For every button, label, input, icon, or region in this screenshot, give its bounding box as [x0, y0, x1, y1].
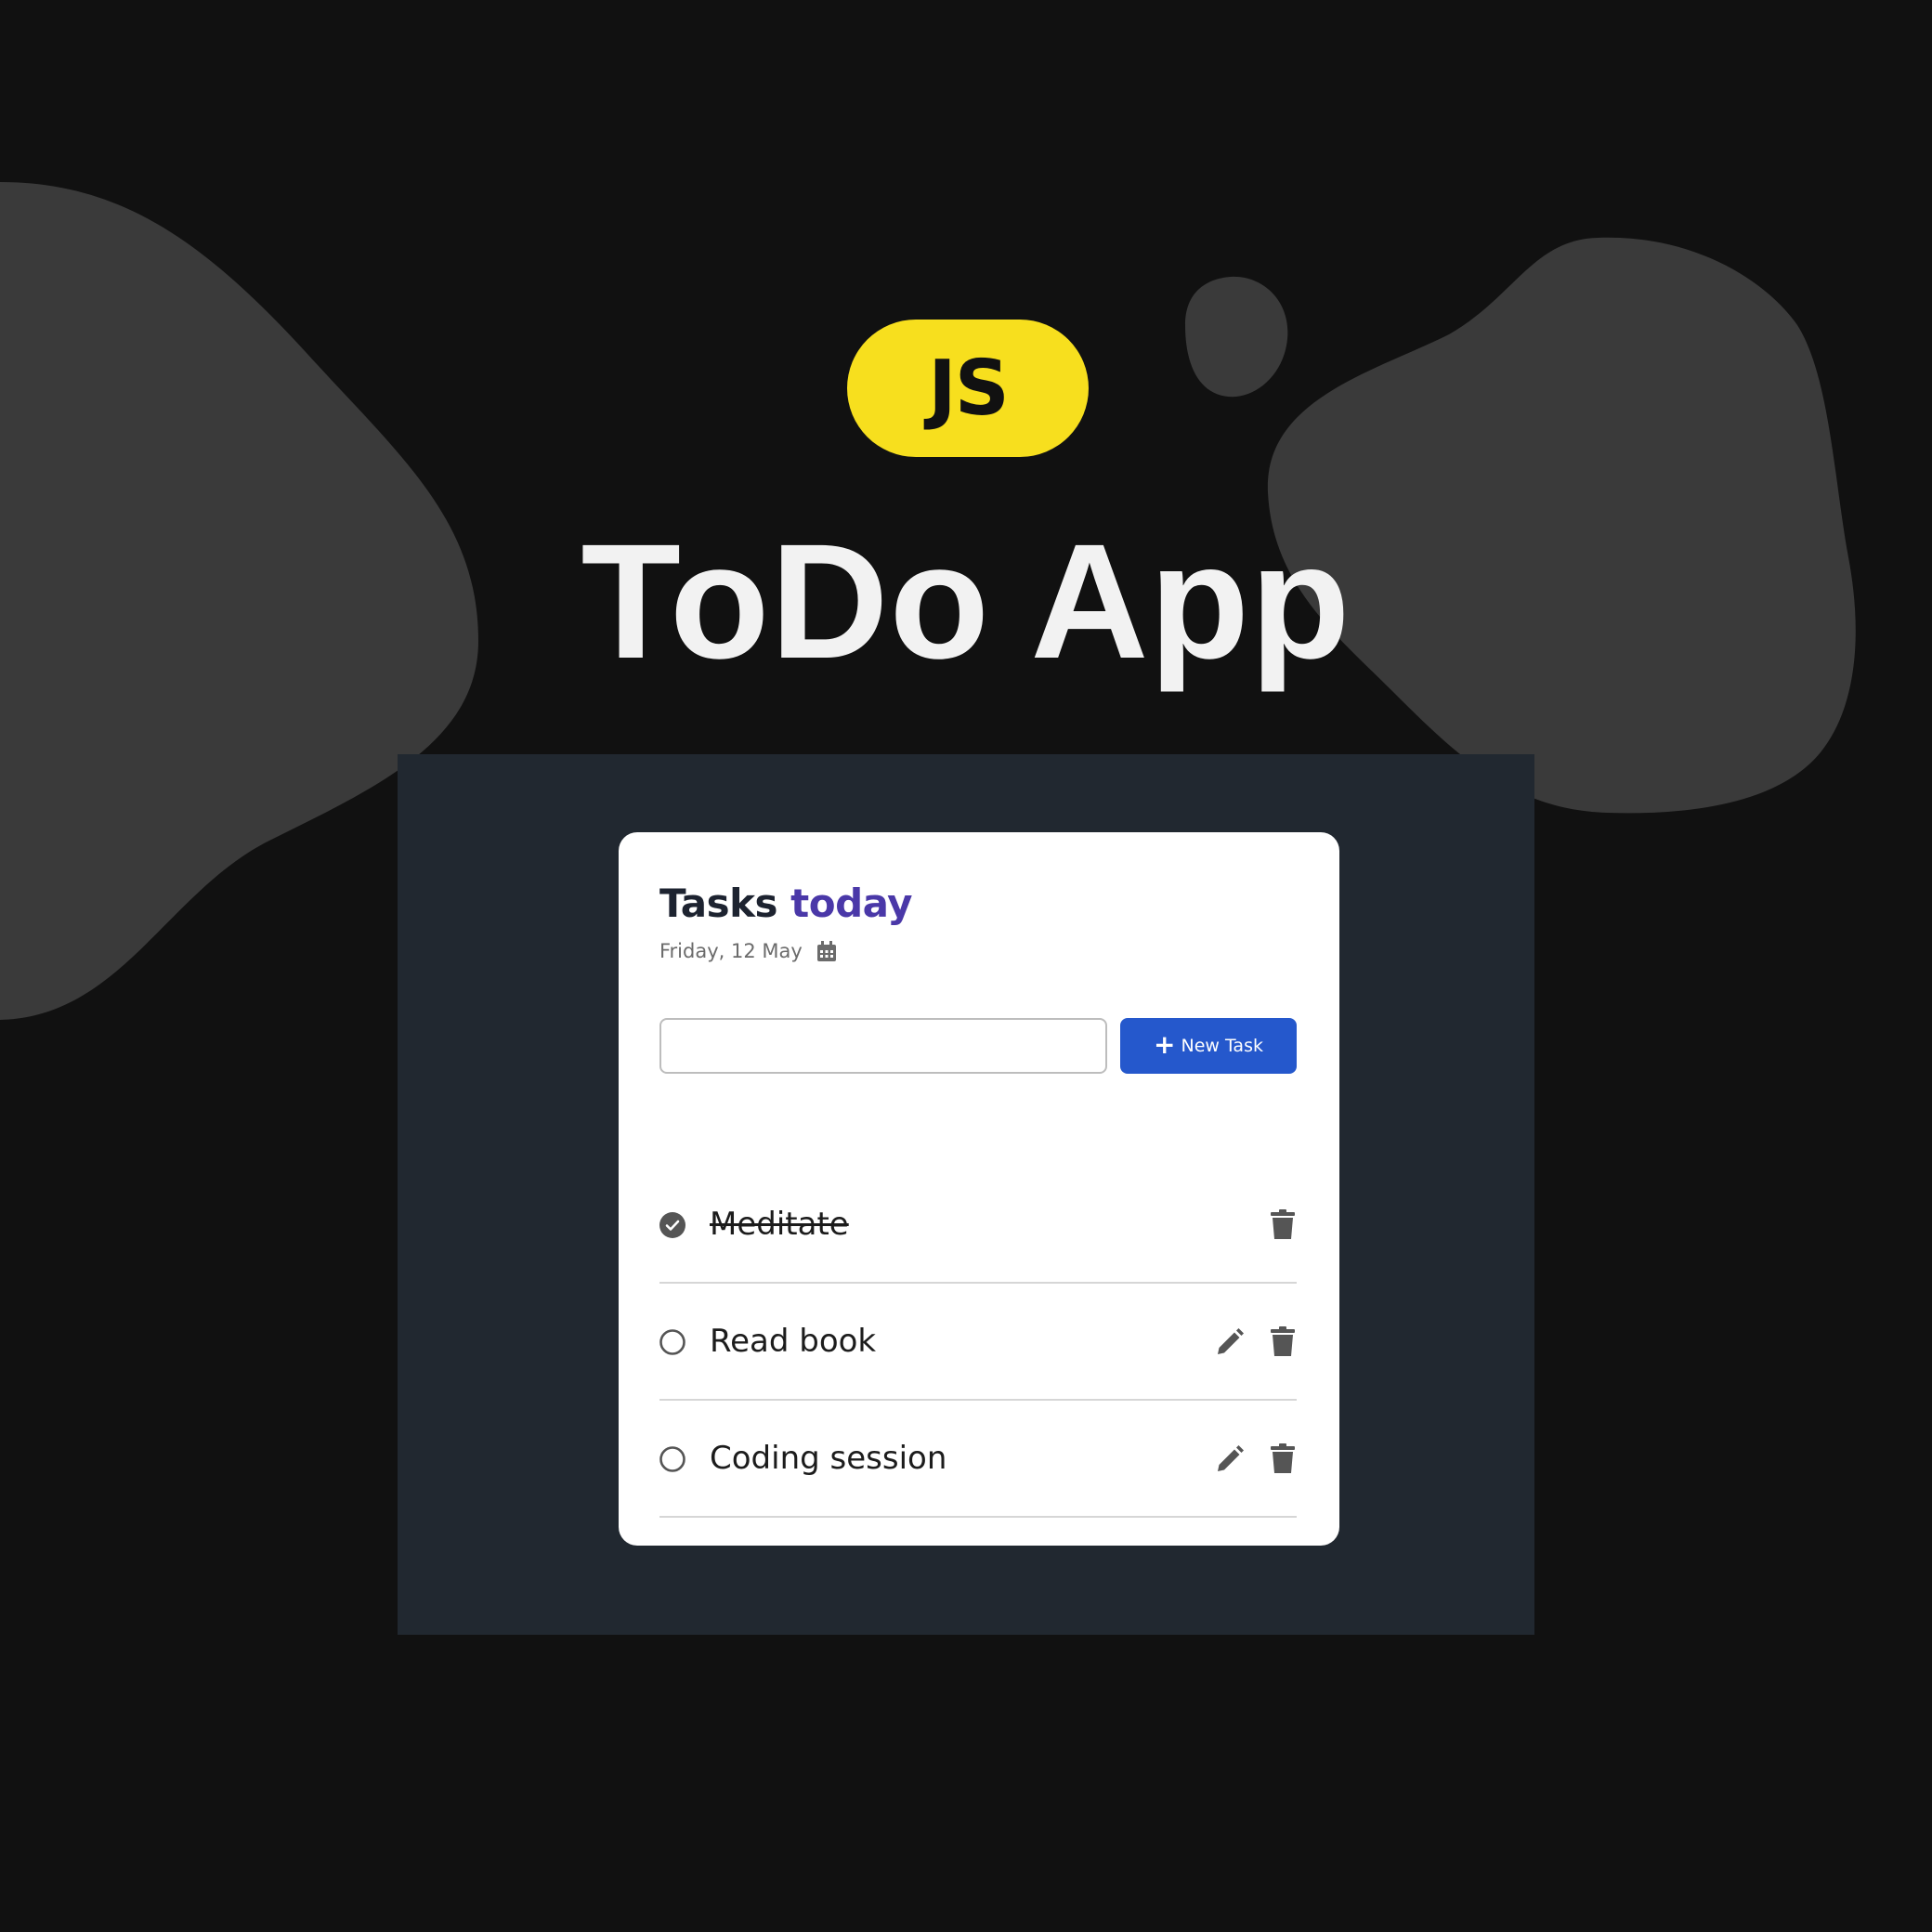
task-label: Coding session [710, 1440, 947, 1477]
page-title: ToDo App [581, 511, 1351, 693]
date-text: Friday, 12 May [659, 940, 803, 962]
trash-icon[interactable] [1269, 1209, 1297, 1239]
new-task-button[interactable]: + New Task [1120, 1018, 1297, 1074]
check-circle-icon[interactable] [659, 1212, 685, 1238]
trash-icon[interactable] [1269, 1326, 1297, 1356]
circle-icon[interactable] [659, 1446, 685, 1472]
js-badge: JS [847, 320, 1089, 457]
pencil-icon[interactable] [1216, 1445, 1244, 1473]
new-task-input[interactable] [659, 1018, 1107, 1074]
app-preview-panel: Tasks today Friday, 12 May + New Task Me… [398, 754, 1534, 1635]
task-label: Read book [710, 1323, 877, 1360]
task-row: Coding session [659, 1401, 1297, 1518]
card-title-main: Tasks [659, 881, 778, 926]
task-label: Meditate [710, 1206, 849, 1243]
pencil-icon[interactable] [1216, 1328, 1244, 1356]
js-badge-label: JS [928, 344, 1010, 433]
calendar-icon [816, 941, 836, 961]
task-list: Meditate Read book Coding session [659, 1167, 1297, 1518]
new-task-row: + New Task [659, 1018, 1297, 1074]
new-task-button-label: New Task [1181, 1036, 1263, 1056]
date-row: Friday, 12 May [659, 940, 836, 962]
small-blob [1185, 276, 1288, 398]
todo-card: Tasks today Friday, 12 May + New Task Me… [619, 832, 1339, 1546]
card-title-accent: today [790, 881, 913, 926]
task-row: Meditate [659, 1167, 1297, 1284]
plus-icon: + [1154, 1028, 1176, 1060]
task-row: Read book [659, 1284, 1297, 1401]
trash-icon[interactable] [1269, 1443, 1297, 1473]
circle-icon[interactable] [659, 1329, 685, 1355]
card-title: Tasks today [659, 881, 913, 926]
